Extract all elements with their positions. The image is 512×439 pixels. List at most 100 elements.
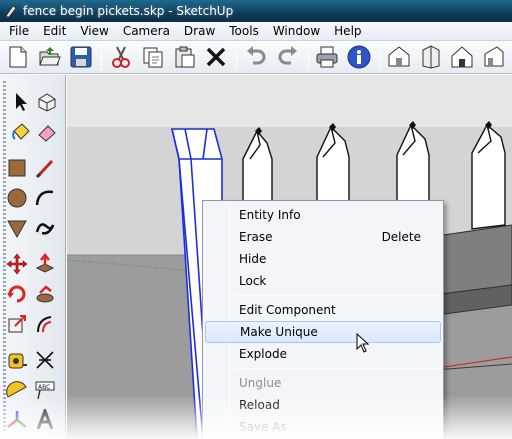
menu-reload[interactable]: Reload — [205, 394, 441, 416]
polygon-button[interactable] — [4, 215, 30, 241]
3d-text-icon — [36, 409, 54, 430]
menu-shortcut: Delete — [381, 230, 421, 244]
text-icon: ABC — [35, 381, 55, 400]
svg-text:ABC: ABC — [38, 384, 50, 391]
undo-button[interactable] — [242, 43, 270, 71]
menu-hide[interactable]: Hide — [205, 248, 441, 270]
save-icon — [70, 46, 92, 68]
menu-explode[interactable]: Explode — [205, 343, 441, 365]
menu-item-label: Reload — [239, 398, 280, 412]
front-view-button[interactable] — [449, 43, 477, 71]
new-icon — [9, 46, 27, 68]
standard-toolbar — [0, 41, 512, 74]
follow-me-button[interactable] — [32, 281, 58, 307]
menu-bar: File Edit View Camera Draw Tools Window … — [0, 22, 512, 41]
circle-button[interactable] — [4, 185, 30, 211]
top-view-button[interactable] — [417, 43, 445, 71]
copy-button[interactable] — [139, 43, 167, 71]
make-component-button[interactable] — [34, 89, 60, 115]
undo-icon — [247, 46, 266, 65]
menu-file[interactable]: File — [2, 22, 36, 41]
3d-text-button[interactable] — [32, 407, 58, 433]
move-icon — [6, 253, 28, 275]
right-view-icon — [484, 46, 504, 67]
select-icon — [16, 93, 27, 111]
rectangle-icon — [8, 159, 26, 177]
rotate-button[interactable] — [4, 281, 30, 307]
save-button[interactable] — [67, 43, 95, 71]
iso-view-button[interactable] — [385, 43, 413, 71]
circle-icon — [7, 188, 27, 208]
redo-button[interactable] — [274, 43, 302, 71]
scale-button[interactable] — [4, 311, 30, 337]
menu-lock[interactable]: Lock — [205, 270, 441, 292]
menu-edit-component[interactable]: Edit Component — [205, 299, 441, 321]
copy-icon — [143, 47, 163, 68]
redo-icon — [278, 46, 297, 65]
print-icon — [316, 46, 338, 68]
cut-button[interactable] — [107, 43, 135, 71]
delete-button[interactable] — [202, 43, 230, 71]
freehand-button[interactable] — [32, 215, 58, 241]
toolbar-separator — [307, 44, 309, 70]
text-button[interactable]: ABC — [32, 377, 58, 403]
line-icon — [35, 159, 54, 179]
axes-button[interactable] — [4, 407, 30, 433]
offset-button[interactable] — [32, 311, 58, 337]
scale-icon — [8, 315, 26, 333]
menu-item-label: Entity Info — [239, 208, 301, 222]
new-button[interactable] — [4, 43, 32, 71]
menu-edit[interactable]: Edit — [36, 22, 73, 41]
axes-icon — [7, 411, 27, 428]
move-button[interactable] — [4, 251, 30, 277]
menu-item-label: Lock — [239, 274, 267, 288]
eraser-button[interactable] — [34, 119, 60, 145]
offset-icon — [37, 316, 52, 333]
rotate-icon — [7, 285, 26, 303]
follow-me-icon — [36, 285, 54, 303]
menu-help[interactable]: Help — [327, 22, 368, 41]
freehand-icon — [35, 223, 55, 235]
menu-make-unique[interactable]: Make Unique — [205, 321, 441, 343]
dimension-icon — [36, 351, 54, 369]
toolbar-separator — [379, 44, 381, 70]
cut-icon — [112, 46, 131, 68]
paint-bucket-button[interactable] — [8, 119, 34, 145]
select-tool-button[interactable] — [8, 89, 34, 115]
iso-view-icon — [388, 46, 410, 67]
line-button[interactable] — [32, 155, 58, 181]
menu-draw[interactable]: Draw — [177, 22, 222, 41]
menu-item-label: Make Unique — [240, 325, 318, 339]
open-icon — [38, 47, 61, 66]
dimension-button[interactable] — [32, 347, 58, 373]
menu-item-label: Edit Component — [239, 303, 336, 317]
arc-icon — [35, 190, 54, 206]
menu-unglue: Unglue — [205, 372, 441, 394]
menu-entity-info[interactable]: Entity Info — [205, 204, 441, 226]
toolbar-separator — [101, 44, 103, 70]
toolbar-separator — [236, 44, 238, 70]
menu-window[interactable]: Window — [266, 22, 327, 41]
arc-button[interactable] — [32, 185, 58, 211]
menu-camera[interactable]: Camera — [116, 22, 177, 41]
print-button[interactable] — [314, 43, 342, 71]
menu-tools[interactable]: Tools — [222, 22, 266, 41]
tape-measure-button[interactable] — [4, 347, 30, 373]
right-view-button[interactable] — [480, 43, 508, 71]
menu-view[interactable]: View — [73, 22, 115, 41]
open-button[interactable] — [36, 43, 64, 71]
model-info-icon — [347, 45, 371, 69]
protractor-button[interactable] — [4, 377, 30, 403]
paint-bucket-icon — [12, 123, 30, 140]
front-view-icon — [451, 46, 473, 68]
paste-button[interactable] — [171, 43, 199, 71]
push-pull-icon — [35, 253, 55, 273]
menu-separator — [235, 368, 441, 369]
model-info-button[interactable] — [345, 43, 373, 71]
push-pull-button[interactable] — [32, 251, 58, 277]
menu-erase[interactable]: Erase Delete — [205, 226, 441, 248]
tape-measure-icon — [8, 353, 27, 369]
protractor-icon — [6, 381, 27, 398]
rectangle-button[interactable] — [4, 155, 30, 181]
large-tool-set: ABC — [0, 75, 66, 439]
